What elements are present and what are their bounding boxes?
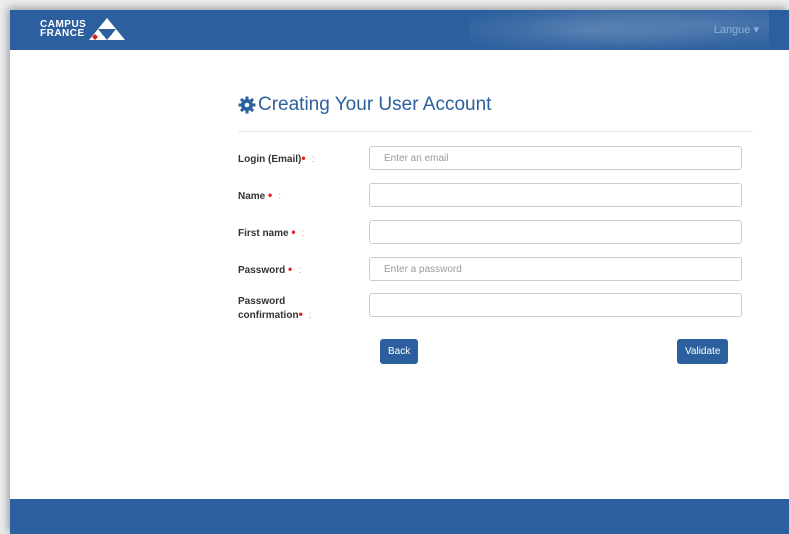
- password-label: Password •:: [238, 262, 302, 277]
- label-colon: :: [298, 265, 302, 276]
- back-button[interactable]: Back: [380, 339, 419, 364]
- email-field[interactable]: [369, 146, 742, 170]
- registration-form: Creating Your User Account Login (Email)…: [238, 90, 753, 364]
- first-name-field[interactable]: [369, 220, 742, 244]
- browser-page: CAMPUS FRANCE Langue ▾ Creating Your Use…: [10, 10, 789, 534]
- first-name-label: First name •:: [238, 225, 305, 240]
- label-colon: :: [278, 191, 282, 202]
- password-confirmation-label: Password confirmation•:: [238, 296, 312, 321]
- header-bar: CAMPUS FRANCE Langue ▾: [10, 10, 789, 50]
- required-marker: •: [291, 225, 296, 239]
- title-divider: [238, 131, 753, 132]
- name-field[interactable]: [369, 183, 742, 207]
- name-label: Name •:: [238, 188, 282, 203]
- required-marker: •: [268, 188, 273, 202]
- page-title: Creating Your User Account: [238, 90, 753, 120]
- label-colon: :: [308, 310, 312, 321]
- required-marker: •: [301, 151, 306, 165]
- login-label: Login (Email)•:: [238, 151, 315, 166]
- password-confirmation-field[interactable]: [369, 293, 742, 317]
- gear-icon: [238, 96, 256, 114]
- logo-triangles-icon: [89, 18, 126, 40]
- campus-france-logo[interactable]: CAMPUS FRANCE: [40, 18, 126, 40]
- label-colon: :: [301, 228, 305, 239]
- footer-bar: [10, 499, 789, 534]
- required-marker: •: [288, 262, 293, 276]
- logo-line-2: FRANCE: [40, 28, 85, 39]
- language-dropdown[interactable]: Langue ▾: [714, 23, 759, 36]
- label-colon: :: [311, 154, 315, 165]
- required-marker: •: [298, 307, 303, 321]
- validate-button[interactable]: Validate: [677, 339, 729, 364]
- page-title-text: Creating Your User Account: [258, 94, 492, 115]
- password-field[interactable]: [369, 257, 742, 281]
